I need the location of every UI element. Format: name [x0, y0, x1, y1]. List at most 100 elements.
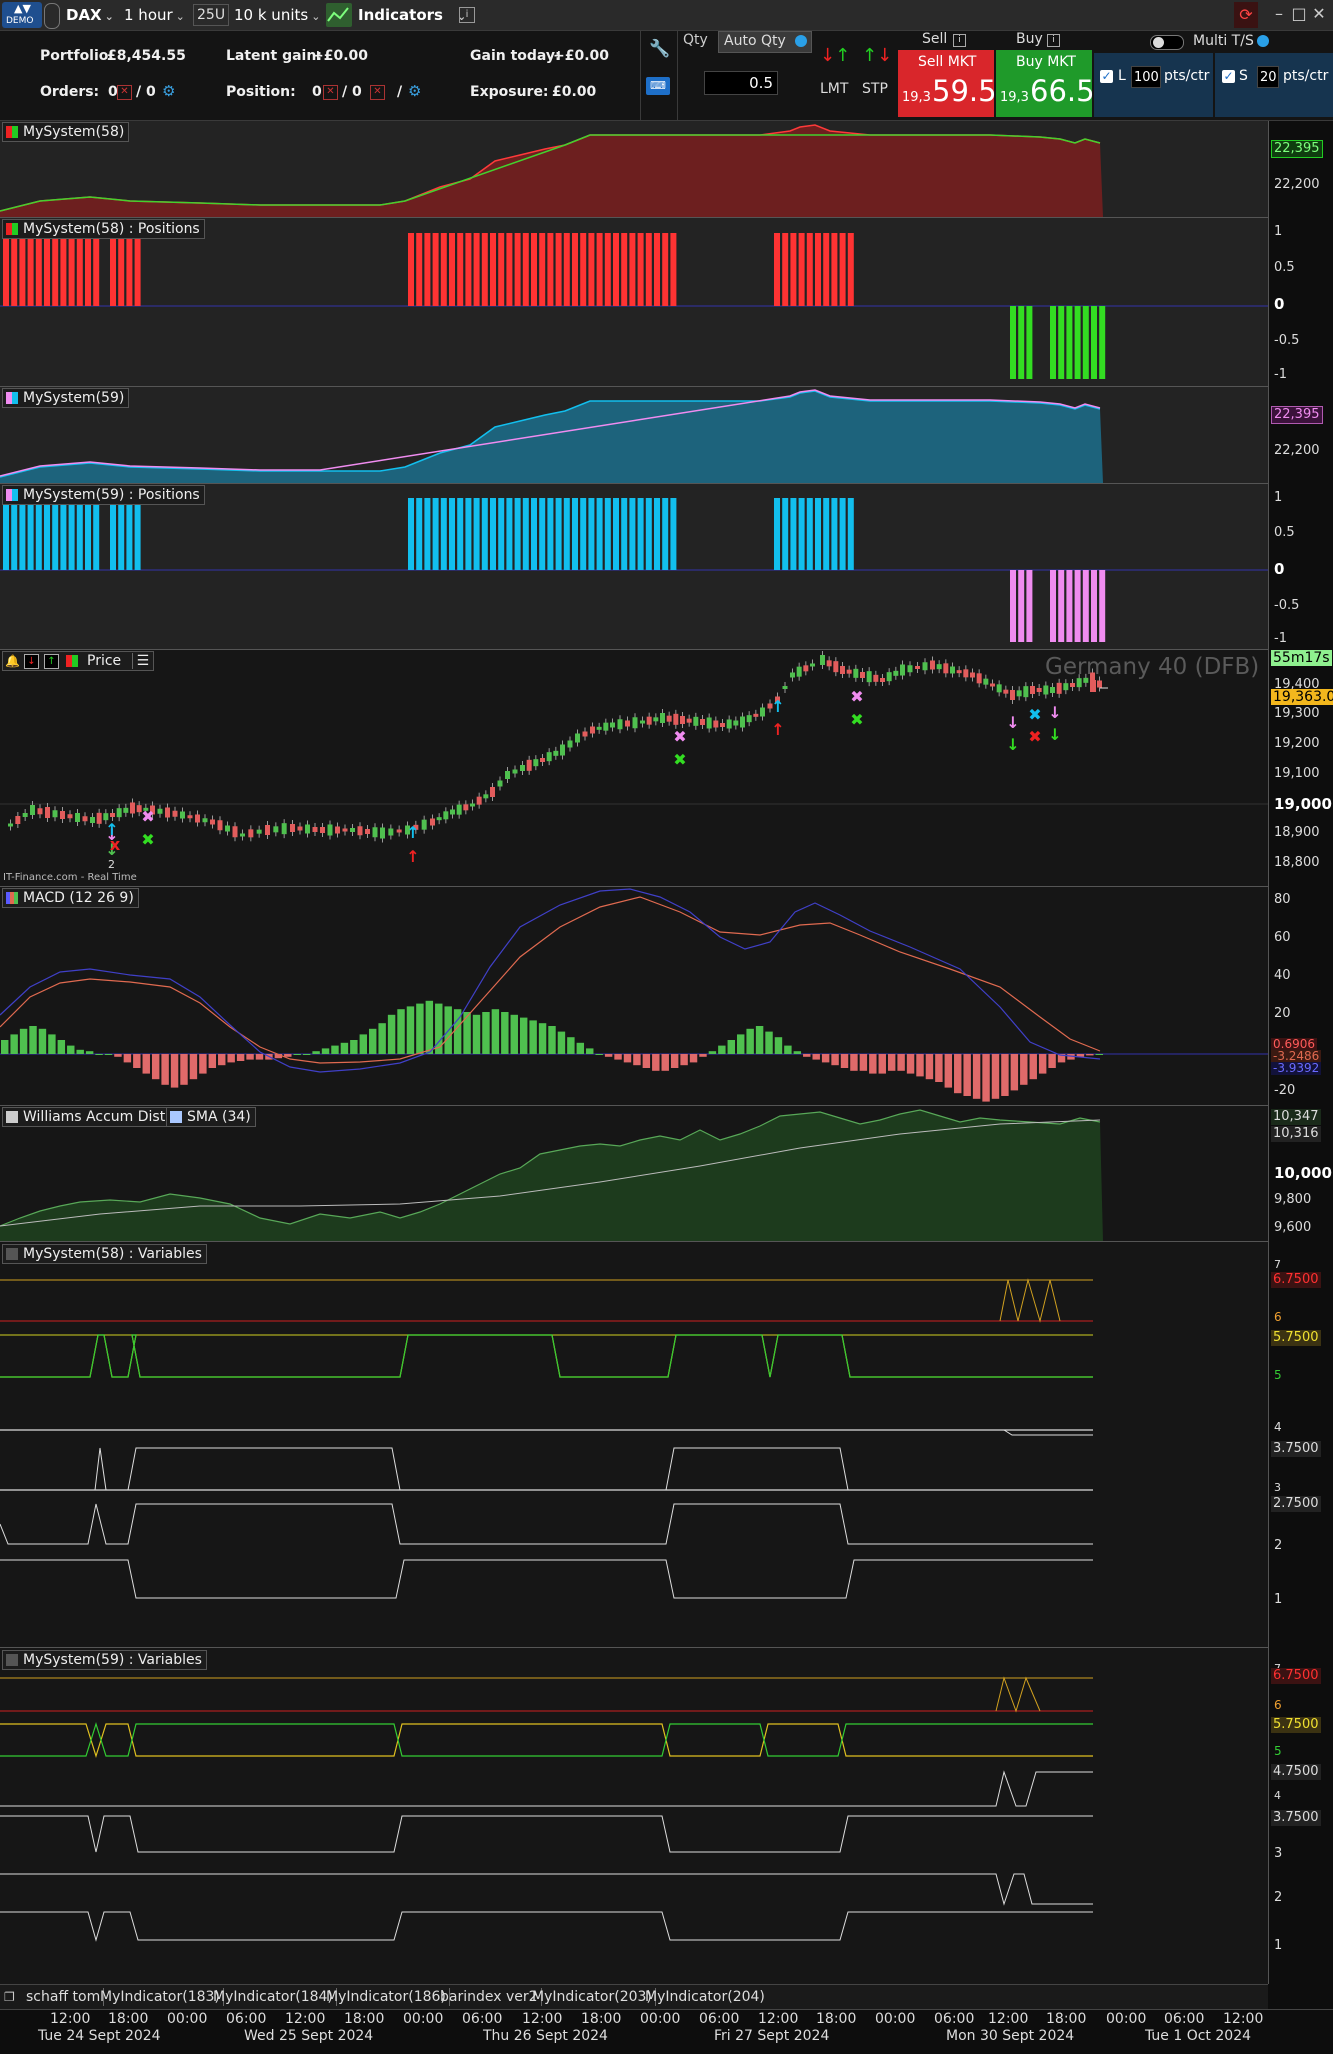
candle-body [225, 825, 230, 832]
cancel-orders-icon[interactable]: ✕ [117, 85, 132, 100]
tab-myindicator-184[interactable]: MyIndicator(184) [213, 1988, 337, 2006]
limit-order-button[interactable]: ↓↑ LMT [814, 45, 854, 107]
trade-signal-arrow: ✖ [673, 727, 686, 746]
indicators-button[interactable]: Indicators ⌄ [358, 3, 466, 27]
position-bar-long [670, 498, 677, 570]
limit-input[interactable] [1131, 66, 1161, 88]
panel-title-pos58[interactable]: MySystem(58) : Positions [2, 219, 205, 239]
info-icon[interactable]: i [459, 7, 475, 23]
keyboard-icon[interactable]: ⌨ [646, 77, 670, 95]
panel-title-sys58[interactable]: MySystem(58) [2, 122, 130, 142]
panel-positions59[interactable]: MySystem(59) : Positions [0, 484, 1268, 650]
close-icon[interactable]: ✕ [1310, 4, 1328, 24]
multi-ts-help-icon[interactable] [1257, 35, 1269, 47]
tab-myindicator-183[interactable]: MyIndicator(183) [100, 1988, 224, 2006]
buy-arrow-icon[interactable]: ↑ [44, 654, 59, 669]
candle-body [526, 759, 532, 771]
sell-arrow-icon[interactable]: ↓ [24, 654, 39, 669]
tab-barindex[interactable]: barindex ver2 [440, 1988, 542, 2006]
timeframe-selector[interactable]: 1 hour ⌄ [124, 3, 185, 27]
panel-title-sys59[interactable]: MySystem(59) [2, 388, 130, 408]
macd-histogram-bar [67, 1045, 75, 1054]
units-label: 10 k units [234, 6, 309, 24]
auto-qty-toggle[interactable]: Auto Qty [718, 31, 812, 53]
candle-body [886, 672, 892, 682]
latent-gain-value: +£0.00 [312, 48, 369, 64]
legend-swatch [6, 392, 18, 404]
candle-body [157, 808, 163, 814]
candle-body [396, 829, 402, 833]
panel-mysystem58[interactable]: MySystem(58) [0, 121, 1268, 218]
panel-macd[interactable]: MACD (12 26 9) [0, 887, 1268, 1106]
position-bar-long [126, 233, 133, 306]
panel-title-macd[interactable]: MACD (12 26 9) [2, 888, 139, 908]
panel-price[interactable]: 2 ↓ ↓ x ✖ ✖ ↑ ↑ ↑ ✖ ✖ ↑ ↑ ✖ ✖ ↓ ↓ ✖ ✖ ↓ ↓ 🔔 ↓ ↑ Price ☰ Germ… [0, 650, 1268, 887]
legend-swatch [6, 1248, 18, 1260]
tab-myindicator-186[interactable]: MyIndicator(186) [326, 1988, 450, 2006]
panel-mysystem59[interactable]: MySystem(59) [0, 387, 1268, 484]
candle-body [646, 716, 652, 725]
position-bar-long [416, 233, 423, 306]
toggle-knob [1153, 37, 1164, 48]
stop-checkbox[interactable]: ✓ [1222, 70, 1235, 83]
position-bar-long [637, 498, 644, 570]
list-icon[interactable]: ☰ [131, 653, 150, 669]
sell-info-icon[interactable]: i [953, 34, 966, 47]
units-selector[interactable]: 10 k units ⌄ [234, 3, 320, 27]
trade-signal-arrow: ↑ [771, 720, 784, 739]
lmt-label: LMT [820, 81, 849, 97]
macd-histogram-bar [312, 1051, 320, 1054]
candle-body [596, 726, 602, 730]
panel-positions58[interactable]: MySystem(58) : Positions [0, 218, 1268, 387]
panel-variables59[interactable]: MySystem(59) : Variables [0, 1648, 1268, 1985]
panel-title-sma[interactable]: SMA (34) [166, 1107, 256, 1127]
restore-window-icon[interactable]: ❐ [4, 1990, 15, 2004]
panel-title-var59[interactable]: MySystem(59) : Variables [2, 1650, 207, 1670]
close-position-b-icon[interactable]: ✕ [370, 85, 385, 100]
panel-title-pos59[interactable]: MySystem(59) : Positions [2, 485, 205, 505]
close-position-icon[interactable]: ✕ [323, 85, 338, 100]
candle-body [463, 804, 469, 811]
instrument-selector[interactable]: DAX ⌄ [66, 3, 114, 27]
orders-label: Orders: [40, 84, 100, 100]
tab-myindicator-204[interactable]: MyIndicator(204) [645, 1988, 768, 2006]
alert-bell-icon[interactable]: 🔔 [5, 652, 20, 670]
candle-body [1010, 690, 1015, 700]
limit-checkbox[interactable]: ✓ [1100, 70, 1113, 83]
position-bar-long [782, 233, 789, 306]
sell-market-button[interactable]: Sell MKT 19,3 59.5 [898, 50, 997, 117]
qty-input[interactable] [704, 71, 778, 95]
wrench-icon[interactable]: 🔧 [649, 39, 670, 59]
buy-info-icon[interactable]: i [1047, 34, 1060, 47]
refresh-icon[interactable]: ⟳ [1234, 2, 1258, 28]
link-icon[interactable] [44, 3, 60, 29]
position-bar-long [790, 233, 797, 306]
position-bar-long [68, 233, 75, 306]
position-bar-long [52, 233, 59, 306]
multi-ts-toggle[interactable] [1150, 35, 1184, 50]
panel-title-var58[interactable]: MySystem(58) : Variables [2, 1244, 207, 1264]
tab-myindicator-203[interactable]: MyIndicator(203) [532, 1988, 656, 2006]
panel-title-williams[interactable]: Williams Accum Distr [2, 1107, 176, 1127]
limit-check-label: L [1118, 68, 1126, 84]
stop-input[interactable] [1257, 66, 1279, 88]
time-tick-label: 12:00 [758, 2011, 799, 2027]
maximize-icon[interactable]: □ [1290, 4, 1308, 24]
macd-histogram-bar [293, 1054, 301, 1055]
minimize-icon[interactable]: – [1270, 4, 1288, 24]
units-count-box[interactable]: 25U [193, 4, 230, 26]
stop-order-button[interactable]: ↑↓ STP [856, 45, 896, 107]
candle-body [476, 796, 482, 805]
legend-swatch [6, 223, 18, 235]
position-bar-long [782, 498, 789, 570]
buy-market-button[interactable]: Buy MKT 19,3 66.5 [996, 50, 1095, 117]
panel-title-price[interactable]: 🔔 ↓ ↑ Price ☰ [2, 651, 155, 671]
candle-body [720, 723, 725, 727]
position-settings-icon[interactable]: ⚙ [408, 82, 421, 100]
candle-body [575, 733, 580, 743]
orders-settings-icon[interactable]: ⚙ [162, 82, 175, 100]
help-icon[interactable] [795, 35, 807, 47]
panel-williams[interactable]: Williams Accum Distr SMA (34) [0, 1106, 1268, 1242]
panel-variables58[interactable]: MySystem(58) : Variables [0, 1242, 1268, 1648]
tab-schaff[interactable]: schaff tom [26, 1988, 105, 2006]
